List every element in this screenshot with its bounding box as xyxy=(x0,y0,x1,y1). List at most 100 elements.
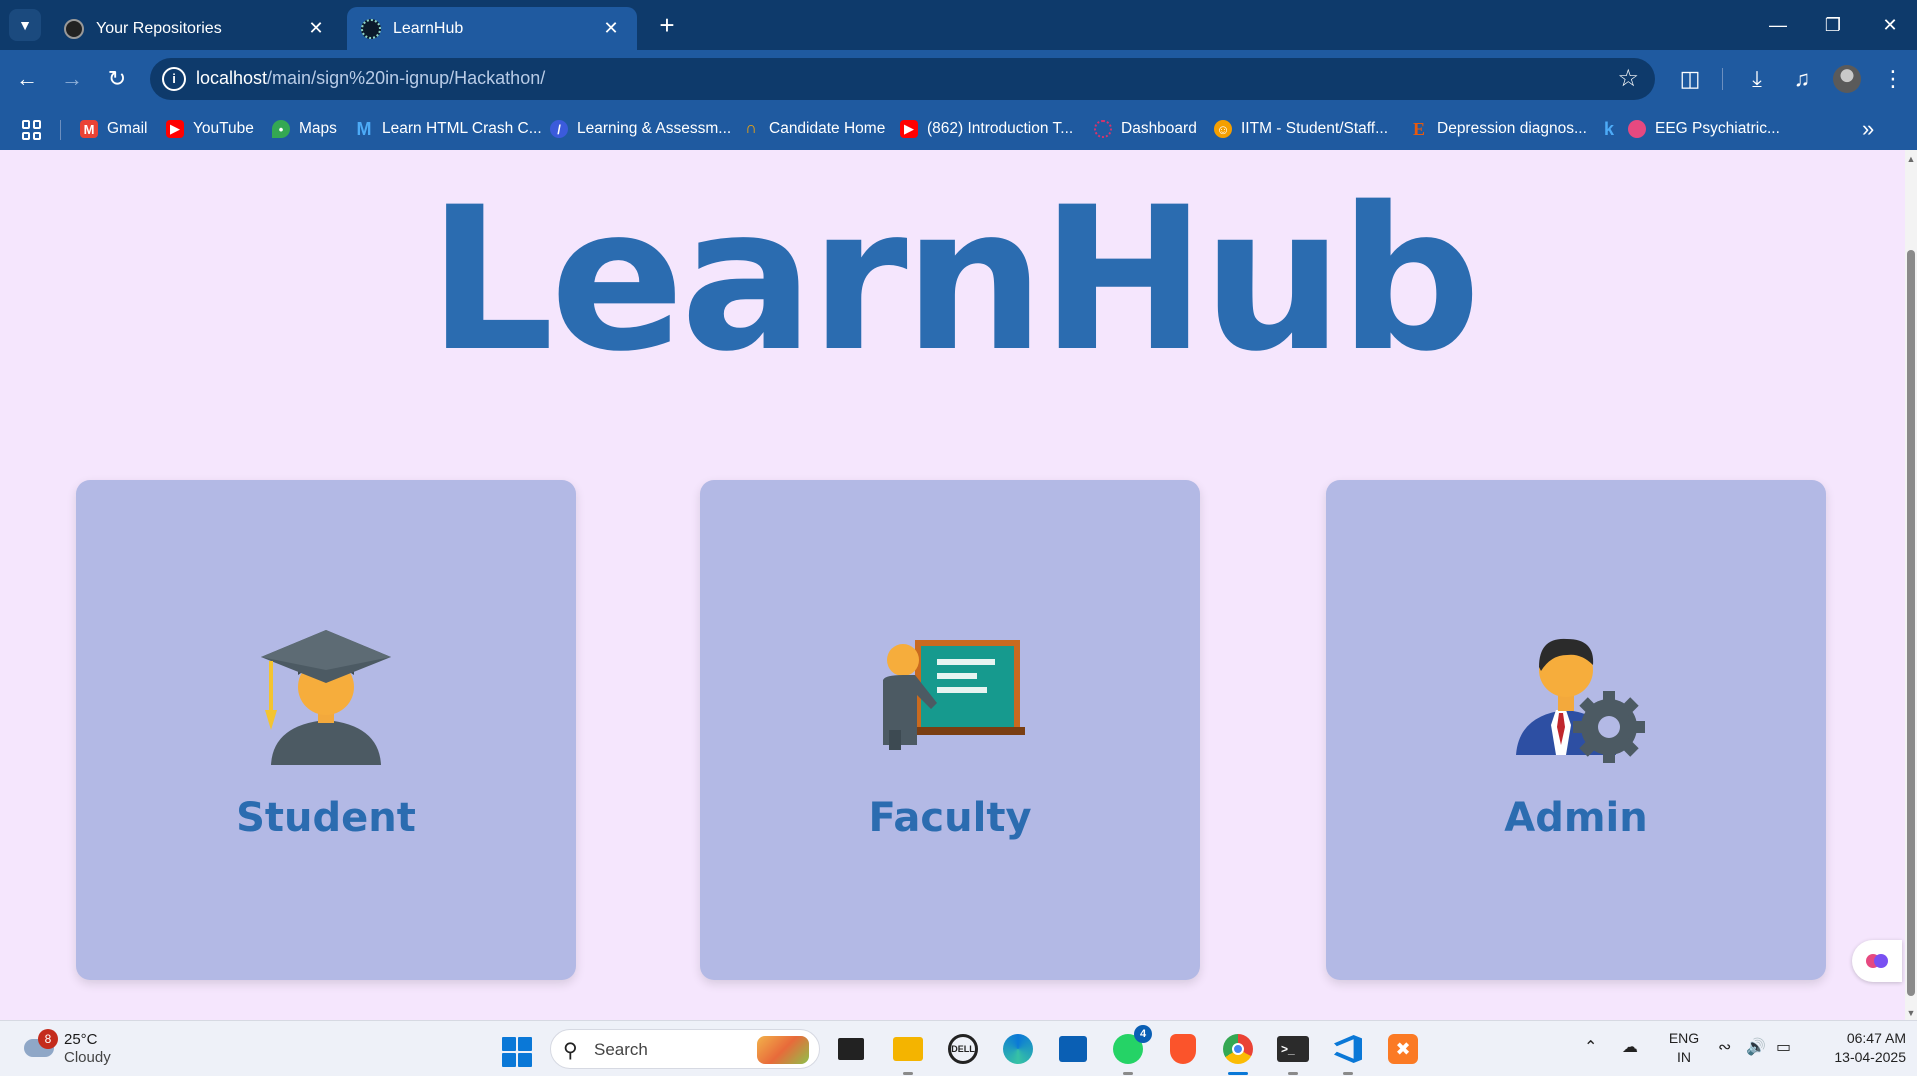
onedrive-icon[interactable]: ☁ xyxy=(1622,1037,1638,1057)
bookmark-maps[interactable]: • Maps xyxy=(272,117,337,141)
search-label: Search xyxy=(594,1040,648,1059)
maps-icon: • xyxy=(272,120,290,138)
bookmark-learning-assessment[interactable]: / Learning & Assessm... xyxy=(550,117,731,141)
microsoft-store-icon[interactable] xyxy=(1055,1031,1091,1067)
tab-learnhub[interactable]: LearnHub ✕ xyxy=(347,7,637,50)
youtube-icon: ▶ xyxy=(166,120,184,138)
admin-gear-icon xyxy=(1516,638,1645,763)
windows-start-icon[interactable] xyxy=(502,1037,532,1067)
weather-temperature: 25°C xyxy=(64,1031,98,1048)
brave-icon[interactable] xyxy=(1165,1031,1201,1067)
teacher-icon xyxy=(883,640,1025,750)
github-icon xyxy=(64,18,84,39)
bookmark-k[interactable]: k xyxy=(1600,117,1627,141)
xampp-icon[interactable]: ✖ xyxy=(1385,1031,1421,1067)
bookmark-star-icon[interactable]: ☆ xyxy=(1617,64,1639,93)
extensions-icon[interactable]: ◫ xyxy=(1673,62,1707,96)
scroll-down-arrow-icon[interactable]: ▼ xyxy=(1906,1008,1916,1018)
bookmarks-bar: M Gmail ▶ YouTube • Maps M Learn HTML Cr… xyxy=(0,108,1917,150)
taskbar-search[interactable]: ⚲ Search xyxy=(550,1029,820,1069)
media-control-icon[interactable]: ♫ xyxy=(1785,62,1819,96)
site-info-icon[interactable]: i xyxy=(162,67,186,91)
url-host: localhost xyxy=(196,68,268,88)
new-tab-button[interactable]: + xyxy=(650,8,684,42)
wifi-icon[interactable]: ∾ xyxy=(1718,1037,1731,1057)
file-explorer-icon[interactable] xyxy=(890,1031,926,1075)
system-clock[interactable]: 06:47 AM 13-04-2025 xyxy=(1810,1029,1906,1067)
show-hidden-icons-chevron-icon[interactable]: ⌃ xyxy=(1584,1037,1597,1057)
minimize-button[interactable]: — xyxy=(1758,8,1798,42)
volume-icon[interactable]: 🔊 xyxy=(1746,1037,1766,1057)
reload-button[interactable]: ↻ xyxy=(100,62,134,96)
whatsapp-icon[interactable]: 4 xyxy=(1110,1025,1152,1075)
terminal-icon[interactable]: >_ xyxy=(1275,1031,1311,1075)
bookmark-label: Dashboard xyxy=(1121,120,1197,137)
page-scrollbar[interactable]: ▲ ▼ xyxy=(1905,150,1917,1020)
page-title: LearnHub xyxy=(427,164,1481,395)
task-view-icon[interactable] xyxy=(833,1031,869,1067)
bookmark-dashboard[interactable]: Dashboard xyxy=(1094,117,1197,141)
bookmarks-divider xyxy=(60,120,61,140)
battery-icon[interactable]: ▭ xyxy=(1776,1037,1791,1057)
forward-button[interactable]: → xyxy=(55,62,89,96)
url-text[interactable]: localhost/main/sign%20in-ignup/Hackathon… xyxy=(196,68,545,89)
tab-your-repositories[interactable]: Your Repositories ✕ xyxy=(50,7,342,50)
bookmark-learn-html[interactable]: M Learn HTML Crash C... xyxy=(355,117,542,141)
back-button[interactable]: ← xyxy=(10,62,44,96)
bookmark-candidate-home[interactable]: ∩ Candidate Home xyxy=(742,117,885,141)
student-card[interactable]: Student xyxy=(76,480,576,980)
admin-card[interactable]: Admin xyxy=(1326,480,1826,980)
browser-tab-strip: ▼ Your Repositories ✕ LearnHub ✕ + — ❐ ✕ xyxy=(0,0,1917,50)
close-icon[interactable]: ✕ xyxy=(304,18,328,39)
clock-date: 13-04-2025 xyxy=(1834,1049,1906,1065)
bookmark-eeg[interactable]: EEG Psychiatric... xyxy=(1628,117,1780,141)
bookmark-label: Gmail xyxy=(107,120,148,137)
browser-toolbar: ← → ↻ i localhost/main/sign%20in-ignup/H… xyxy=(0,50,1917,108)
language-code: ENG xyxy=(1668,1030,1700,1046)
assistant-brain-icon[interactable] xyxy=(1852,940,1902,982)
search-highlight-image xyxy=(757,1036,809,1064)
more-bookmarks-icon[interactable]: » xyxy=(1862,116,1874,142)
youtube-icon: ▶ xyxy=(900,120,918,138)
tab-search-button[interactable]: ▼ xyxy=(9,9,41,41)
weather-widget[interactable]: 8 25°C Cloudy xyxy=(20,1029,140,1069)
bookmark-introduction[interactable]: ▶ (862) Introduction T... xyxy=(900,117,1073,141)
profile-avatar[interactable] xyxy=(1833,65,1861,93)
menu-kebab-icon[interactable]: ⋮ xyxy=(1876,62,1910,96)
apps-grid-icon[interactable] xyxy=(22,120,42,140)
whatsapp-badge: 4 xyxy=(1134,1025,1152,1043)
address-bar[interactable]: i localhost/main/sign%20in-ignup/Hackath… xyxy=(150,58,1655,100)
vscode-icon[interactable] xyxy=(1330,1031,1366,1075)
bookmark-label: (862) Introduction T... xyxy=(927,120,1074,137)
windows-taskbar: 8 25°C Cloudy ⚲ Search DELL 4 >_ ✖ ⌃ ☁ E… xyxy=(0,1020,1917,1076)
restore-button[interactable]: ❐ xyxy=(1813,8,1853,42)
close-icon[interactable]: ✕ xyxy=(599,18,623,39)
url-path: /main/sign%20in-ignup/Hackathon/ xyxy=(267,68,546,88)
dashboard-icon xyxy=(1094,120,1112,138)
scroll-up-arrow-icon[interactable]: ▲ xyxy=(1906,154,1916,164)
bookmark-label: Candidate Home xyxy=(769,120,886,137)
language-indicator[interactable]: ENG IN xyxy=(1666,1029,1702,1067)
admin-label: Admin xyxy=(1504,795,1648,841)
edge-icon[interactable] xyxy=(1000,1031,1036,1067)
page-content: LearnHub Student Faculty Admin xyxy=(0,150,1905,1020)
bookmark-label: Maps xyxy=(299,120,337,137)
faculty-card[interactable]: Faculty xyxy=(700,480,1200,980)
chrome-icon[interactable] xyxy=(1220,1031,1256,1075)
bookmark-gmail[interactable]: M Gmail xyxy=(80,117,147,141)
bookmark-label: IITM - Student/Staff... xyxy=(1241,120,1389,137)
bookmark-label: Learning & Assessm... xyxy=(577,120,732,137)
window-close-button[interactable]: ✕ xyxy=(1870,8,1910,42)
learnhub-favicon-icon xyxy=(361,18,381,39)
learning-icon: / xyxy=(550,120,568,138)
bookmark-depression[interactable]: E Depression diagnos... xyxy=(1410,117,1587,141)
toolbar-divider xyxy=(1722,68,1723,90)
bookmark-iitm[interactable]: ☺ IITM - Student/Staff... xyxy=(1214,117,1388,141)
brain-icon xyxy=(1628,120,1646,138)
dell-icon[interactable]: DELL xyxy=(945,1031,981,1067)
rainbow-icon: ∩ xyxy=(745,120,757,137)
bookmark-youtube[interactable]: ▶ YouTube xyxy=(166,117,254,141)
scrollbar-thumb[interactable] xyxy=(1907,250,1915,996)
download-icon[interactable]: ⤓ xyxy=(1740,62,1774,96)
faculty-label: Faculty xyxy=(868,795,1032,841)
